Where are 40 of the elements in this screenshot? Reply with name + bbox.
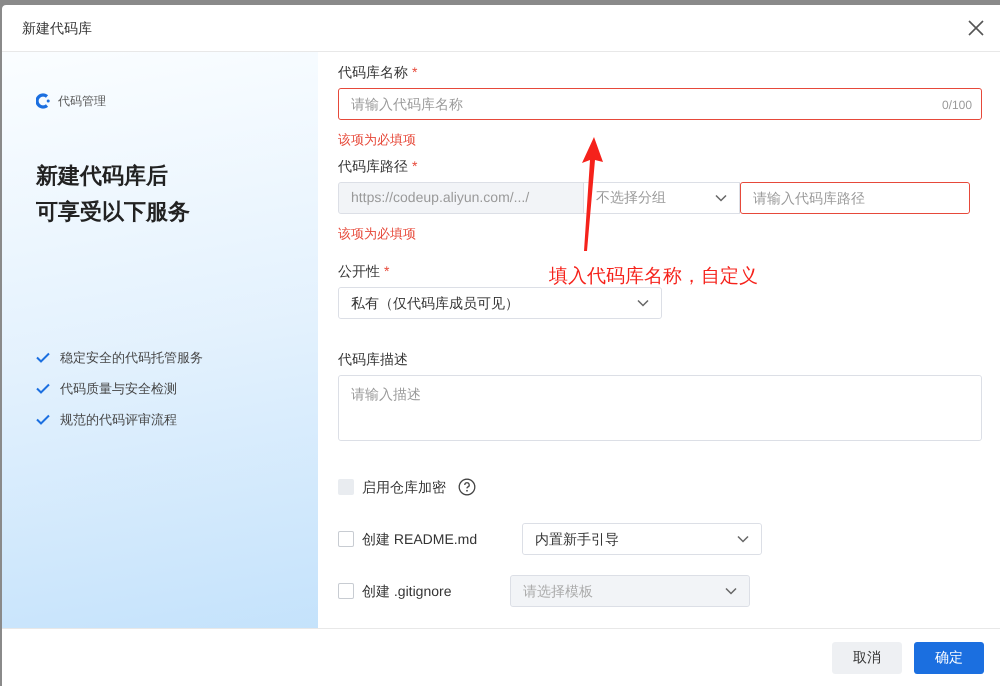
description-field[interactable]: 请输入描述 xyxy=(338,375,982,441)
check-icon xyxy=(36,414,50,425)
checkbox[interactable] xyxy=(338,583,354,599)
required-mark: * xyxy=(412,156,418,176)
headline-text: 新建代码库后 xyxy=(36,162,169,190)
feature-text: 规范的代码评审流程 xyxy=(60,410,177,429)
check-icon xyxy=(36,352,50,363)
required-mark: * xyxy=(384,262,390,281)
option-label: 启用仓库加密 xyxy=(362,478,446,496)
close-icon xyxy=(968,20,984,36)
field-label: 代码库名称 xyxy=(338,63,408,82)
path-input-field[interactable]: 请输入代码库路径 xyxy=(740,182,970,214)
field-label: 代码库路径 xyxy=(338,156,408,176)
feature-text: 代码质量与安全检测 xyxy=(60,380,177,398)
error-message: 该项为必填项 xyxy=(338,131,417,149)
headline-text: 可享受以下服务 xyxy=(36,198,191,226)
chevron-down-icon xyxy=(725,587,737,595)
chevron-down-icon xyxy=(737,535,749,543)
url-prefix-field: https://codeup.aliyun.com/.../ xyxy=(338,182,584,214)
option-label: 创建 .gitignore xyxy=(362,582,452,601)
option-label: 创建 README.md xyxy=(362,530,478,548)
confirm-button[interactable]: 确定 xyxy=(914,642,984,674)
dialog-title: 新建代码库 xyxy=(22,18,92,38)
template-select[interactable]: 内置新手引导 xyxy=(522,523,762,555)
chevron-down-icon xyxy=(637,299,649,307)
character-counter: 0/100 xyxy=(942,97,972,114)
annotation-text: 填入代码库名称，自定义 xyxy=(549,265,758,289)
chevron-down-icon xyxy=(715,194,727,202)
error-message: 该项为必填项 xyxy=(338,224,417,242)
checkbox[interactable] xyxy=(338,531,354,547)
close-button[interactable] xyxy=(968,20,984,36)
required-mark: * xyxy=(412,63,418,82)
field-label: 公开性 xyxy=(338,262,380,281)
field-label: 代码库描述 xyxy=(338,350,408,369)
brand-name: 代码管理 xyxy=(58,93,106,110)
check-icon xyxy=(36,383,50,394)
visibility-select[interactable]: 私有（仅代码库成员可见） xyxy=(338,287,662,319)
feature-text: 稳定安全的代码托管服务 xyxy=(60,348,203,367)
logo-icon xyxy=(36,93,50,109)
cancel-button[interactable]: 取消 xyxy=(832,642,902,674)
